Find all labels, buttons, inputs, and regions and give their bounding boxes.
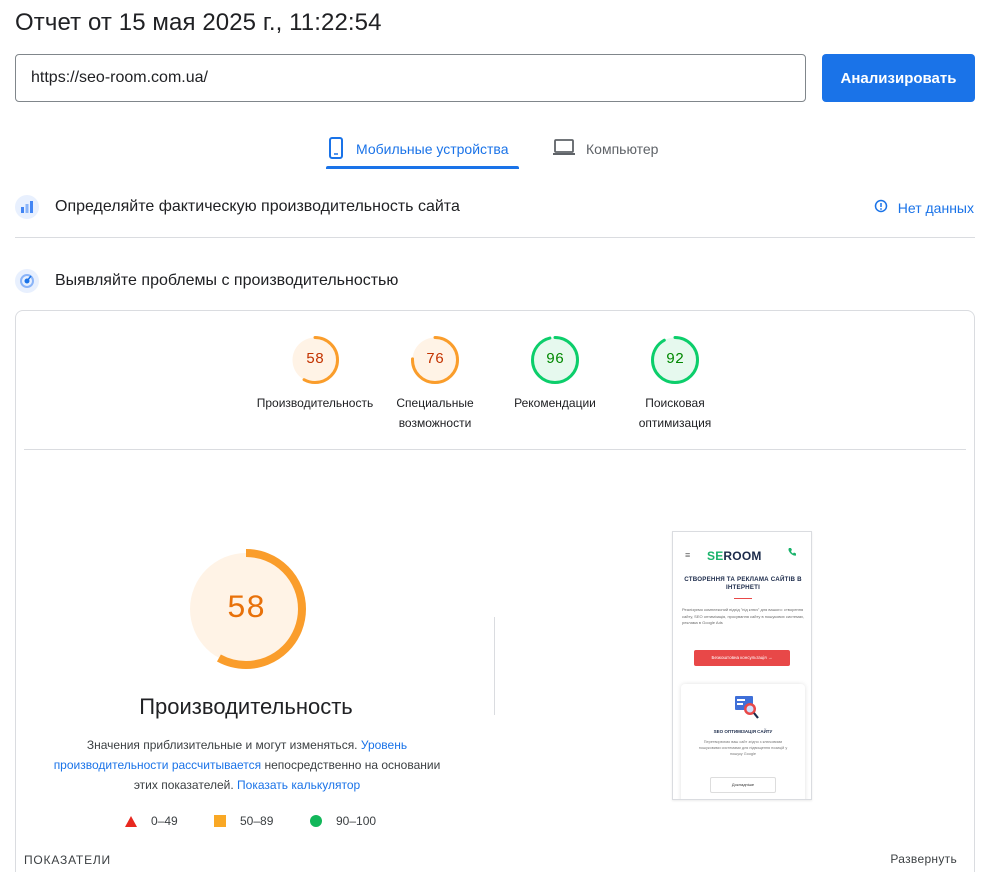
lab-data-title: Выявляйте проблемы с производительностью (55, 272, 399, 289)
report-title: Отчет от 15 мая 2025 г., 11:22:54 (15, 9, 382, 36)
gauge-label: Производительность (256, 396, 374, 410)
site-hero-text: Реалізуємо комплексний підхід "під ключ"… (682, 607, 805, 625)
legend-average: 50–89 (214, 814, 273, 828)
url-input[interactable] (15, 54, 806, 102)
category-seo[interactable]: 92 Поисковая оптимизация (610, 335, 740, 433)
circle-icon (310, 815, 322, 827)
category-accessibility[interactable]: 76 Специальные возможности (370, 335, 500, 433)
site-hero-title: СТВОРЕННЯ ТА РЕКЛАМА САЙТІВ В ІНТЕРНЕТІ (684, 576, 802, 591)
field-data-title: Определяйте фактическую производительнос… (55, 198, 460, 215)
lab-data-section: Выявляйте проблемы с производительностью (15, 269, 398, 293)
phone-icon (787, 547, 797, 560)
performance-gauge: 58 (186, 549, 306, 669)
gauge: 96 (530, 335, 580, 385)
expand-toggle[interactable]: Развернуть (890, 852, 957, 866)
triangle-icon (125, 815, 137, 827)
gauge: 58 (290, 335, 340, 385)
performance-description: Значения приблизительные и могут изменят… (48, 735, 446, 795)
desc-text: Значения приблизительные и могут изменят… (86, 738, 358, 752)
tab-desktop-label: Компьютер (586, 141, 659, 157)
performance-score: 58 (226, 590, 266, 627)
divider (494, 617, 495, 715)
laptop-icon (552, 138, 576, 160)
hamburger-icon: ≡ (685, 550, 691, 560)
category-best-practices[interactable]: 96 Рекомендации (490, 335, 620, 413)
site-service-card: SEO ОПТИМІЗАЦІЯ САЙТУ Перетворюємо ваш с… (681, 684, 805, 799)
crux-icon (15, 195, 39, 219)
metrics-heading: ПОКАЗАТЕЛИ (24, 853, 111, 867)
analyze-button[interactable]: Анализировать (822, 54, 975, 102)
site-logo: SEROOM (707, 549, 762, 563)
legend-range: 50–89 (240, 814, 274, 828)
smartphone-icon (326, 136, 346, 162)
no-data-label: Нет данных (897, 199, 974, 216)
gauge-score: 92 (665, 351, 684, 368)
square-icon (214, 815, 226, 827)
seo-magnifier-icon (733, 694, 759, 720)
active-tab-indicator (326, 166, 519, 169)
gauge-label: Рекомендации (514, 396, 596, 410)
card-button: Докладніше (710, 777, 776, 793)
legend-range: 0–49 (151, 814, 178, 828)
field-data-section: Определяйте фактическую производительнос… (15, 195, 460, 219)
divider (15, 237, 975, 238)
no-data-link[interactable]: Нет данных (874, 199, 974, 216)
divider (24, 449, 966, 450)
tab-mobile-label: Мобильные устройства (356, 141, 509, 157)
gauge-label: Специальные возможности (396, 396, 474, 430)
gauge-score: 76 (425, 351, 444, 368)
lighthouse-icon (15, 269, 39, 293)
show-calculator-link[interactable]: Показать калькулятор (237, 778, 360, 792)
card-text: Перетворюємо ваш сайт згідно з ключовими… (698, 740, 788, 756)
gauge: 92 (650, 335, 700, 385)
card-title: SEO ОПТИМІЗАЦІЯ САЙТУ (713, 729, 773, 734)
tab-desktop[interactable]: Компьютер (552, 130, 658, 168)
gauge-score: 96 (545, 351, 564, 368)
gauge-score: 58 (305, 351, 324, 368)
legend-fail: 0–49 (125, 814, 178, 828)
site-cta-button: Безкоштовна консультація → (694, 650, 790, 666)
final-screenshot[interactable]: ≡ SEROOM СТВОРЕННЯ ТА РЕКЛАМА САЙТІВ В І… (672, 531, 812, 800)
legend-range: 90–100 (336, 814, 377, 828)
category-performance[interactable]: 58 Производительность (250, 335, 380, 413)
performance-title: Производительность (139, 694, 353, 719)
legend-pass: 90–100 (310, 814, 376, 828)
info-icon (874, 199, 888, 216)
decorative-line (734, 598, 752, 599)
gauge: 76 (410, 335, 460, 385)
gauge-label: Поисковая оптимизация (638, 396, 712, 430)
tab-mobile[interactable]: Мобильные устройства (326, 130, 509, 168)
